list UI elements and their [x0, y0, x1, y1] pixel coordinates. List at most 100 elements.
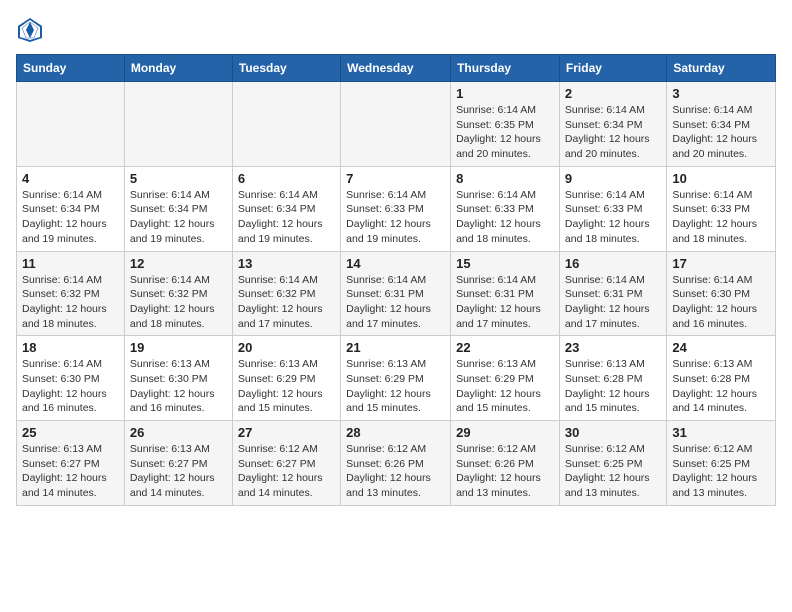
header-day-thursday: Thursday: [451, 55, 560, 82]
day-number: 9: [565, 171, 661, 186]
day-info: Sunrise: 6:14 AM Sunset: 6:34 PM Dayligh…: [565, 103, 661, 162]
calendar-cell: 9 Sunrise: 6:14 AM Sunset: 6:33 PM Daylig…: [559, 166, 666, 251]
day-info: Sunrise: 6:13 AM Sunset: 6:29 PM Dayligh…: [238, 357, 335, 416]
day-info: Sunrise: 6:12 AM Sunset: 6:26 PM Dayligh…: [346, 442, 445, 501]
calendar-cell: 5 Sunrise: 6:14 AM Sunset: 6:34 PM Daylig…: [124, 166, 232, 251]
calendar-cell: 4 Sunrise: 6:14 AM Sunset: 6:34 PM Daylig…: [17, 166, 125, 251]
header-day-saturday: Saturday: [667, 55, 776, 82]
day-info: Sunrise: 6:14 AM Sunset: 6:33 PM Dayligh…: [565, 188, 661, 247]
calendar-cell: 19 Sunrise: 6:13 AM Sunset: 6:30 PM Dayli…: [124, 336, 232, 421]
day-number: 25: [22, 425, 119, 440]
calendar-week-2: 4 Sunrise: 6:14 AM Sunset: 6:34 PM Daylig…: [17, 166, 776, 251]
calendar-cell: 30 Sunrise: 6:12 AM Sunset: 6:25 PM Dayli…: [559, 421, 666, 506]
calendar-cell: 27 Sunrise: 6:12 AM Sunset: 6:27 PM Dayli…: [232, 421, 340, 506]
calendar-cell: [341, 82, 451, 167]
calendar-cell: 23Sunrise: 6:13 AM Sunset: 6:28 PM Dayli…: [559, 336, 666, 421]
day-info: Sunrise: 6:13 AM Sunset: 6:30 PM Dayligh…: [130, 357, 227, 416]
calendar-week-5: 25 Sunrise: 6:13 AM Sunset: 6:27 PM Dayli…: [17, 421, 776, 506]
header-day-wednesday: Wednesday: [341, 55, 451, 82]
calendar-cell: 24Sunrise: 6:13 AM Sunset: 6:28 PM Dayli…: [667, 336, 776, 421]
calendar-table: SundayMondayTuesdayWednesdayThursdayFrid…: [16, 54, 776, 506]
calendar-cell: 14Sunrise: 6:14 AM Sunset: 6:31 PM Dayli…: [341, 251, 451, 336]
calendar-cell: 13 Sunrise: 6:14 AM Sunset: 6:32 PM Dayli…: [232, 251, 340, 336]
day-info: Sunrise: 6:14 AM Sunset: 6:35 PM Dayligh…: [456, 103, 554, 162]
header-day-sunday: Sunday: [17, 55, 125, 82]
day-number: 12: [130, 256, 227, 271]
day-info: Sunrise: 6:14 AM Sunset: 6:33 PM Dayligh…: [672, 188, 770, 247]
calendar-cell: 25 Sunrise: 6:13 AM Sunset: 6:27 PM Dayli…: [17, 421, 125, 506]
calendar-cell: 11 Sunrise: 6:14 AM Sunset: 6:32 PM Dayli…: [17, 251, 125, 336]
day-number: 7: [346, 171, 445, 186]
day-info: Sunrise: 6:14 AM Sunset: 6:30 PM Dayligh…: [672, 273, 770, 332]
header-day-friday: Friday: [559, 55, 666, 82]
day-info: Sunrise: 6:14 AM Sunset: 6:31 PM Dayligh…: [565, 273, 661, 332]
day-number: 20: [238, 340, 335, 355]
day-number: 29: [456, 425, 554, 440]
day-info: Sunrise: 6:13 AM Sunset: 6:27 PM Dayligh…: [22, 442, 119, 501]
day-info: Sunrise: 6:12 AM Sunset: 6:25 PM Dayligh…: [565, 442, 661, 501]
day-info: Sunrise: 6:14 AM Sunset: 6:31 PM Dayligh…: [456, 273, 554, 332]
day-info: Sunrise: 6:12 AM Sunset: 6:25 PM Dayligh…: [672, 442, 770, 501]
day-number: 8: [456, 171, 554, 186]
day-number: 14: [346, 256, 445, 271]
logo-icon: [16, 16, 44, 44]
day-number: 18: [22, 340, 119, 355]
day-number: 13: [238, 256, 335, 271]
day-number: 16: [565, 256, 661, 271]
day-info: Sunrise: 6:12 AM Sunset: 6:27 PM Dayligh…: [238, 442, 335, 501]
calendar-cell: 18 Sunrise: 6:14 AM Sunset: 6:30 PM Dayli…: [17, 336, 125, 421]
day-info: Sunrise: 6:14 AM Sunset: 6:32 PM Dayligh…: [130, 273, 227, 332]
day-number: 31: [672, 425, 770, 440]
calendar-cell: 17 Sunrise: 6:14 AM Sunset: 6:30 PM Dayli…: [667, 251, 776, 336]
calendar-cell: 1 Sunrise: 6:14 AM Sunset: 6:35 PM Daylig…: [451, 82, 560, 167]
calendar-cell: 16 Sunrise: 6:14 AM Sunset: 6:31 PM Dayli…: [559, 251, 666, 336]
page-header: [16, 16, 776, 44]
day-info: Sunrise: 6:12 AM Sunset: 6:26 PM Dayligh…: [456, 442, 554, 501]
day-info: Sunrise: 6:14 AM Sunset: 6:33 PM Dayligh…: [456, 188, 554, 247]
day-info: Sunrise: 6:14 AM Sunset: 6:33 PM Dayligh…: [346, 188, 445, 247]
day-number: 24: [672, 340, 770, 355]
day-number: 28: [346, 425, 445, 440]
day-number: 17: [672, 256, 770, 271]
calendar-cell: 28 Sunrise: 6:12 AM Sunset: 6:26 PM Dayli…: [341, 421, 451, 506]
calendar-cell: 2Sunrise: 6:14 AM Sunset: 6:34 PM Daylig…: [559, 82, 666, 167]
day-info: Sunrise: 6:14 AM Sunset: 6:30 PM Dayligh…: [22, 357, 119, 416]
day-info: Sunrise: 6:14 AM Sunset: 6:34 PM Dayligh…: [22, 188, 119, 247]
calendar-cell: 12 Sunrise: 6:14 AM Sunset: 6:32 PM Dayli…: [124, 251, 232, 336]
day-number: 10: [672, 171, 770, 186]
calendar-cell: 20 Sunrise: 6:13 AM Sunset: 6:29 PM Dayli…: [232, 336, 340, 421]
header-day-monday: Monday: [124, 55, 232, 82]
day-info: Sunrise: 6:13 AM Sunset: 6:27 PM Dayligh…: [130, 442, 227, 501]
calendar-cell: 3Sunrise: 6:14 AM Sunset: 6:34 PM Daylig…: [667, 82, 776, 167]
calendar-cell: 29 Sunrise: 6:12 AM Sunset: 6:26 PM Dayli…: [451, 421, 560, 506]
day-number: 4: [22, 171, 119, 186]
calendar-cell: 6Sunrise: 6:14 AM Sunset: 6:34 PM Daylig…: [232, 166, 340, 251]
day-info: Sunrise: 6:14 AM Sunset: 6:34 PM Dayligh…: [238, 188, 335, 247]
day-info: Sunrise: 6:13 AM Sunset: 6:29 PM Dayligh…: [346, 357, 445, 416]
calendar-cell: 15 Sunrise: 6:14 AM Sunset: 6:31 PM Dayli…: [451, 251, 560, 336]
day-number: 21: [346, 340, 445, 355]
logo: [16, 16, 48, 44]
calendar-cell: 8 Sunrise: 6:14 AM Sunset: 6:33 PM Daylig…: [451, 166, 560, 251]
calendar-cell: [17, 82, 125, 167]
day-number: 30: [565, 425, 661, 440]
calendar-cell: 31 Sunrise: 6:12 AM Sunset: 6:25 PM Dayli…: [667, 421, 776, 506]
calendar-cell: 7 Sunrise: 6:14 AM Sunset: 6:33 PM Daylig…: [341, 166, 451, 251]
calendar-week-1: 1 Sunrise: 6:14 AM Sunset: 6:35 PM Daylig…: [17, 82, 776, 167]
calendar-cell: [232, 82, 340, 167]
day-number: 5: [130, 171, 227, 186]
day-number: 19: [130, 340, 227, 355]
day-info: Sunrise: 6:13 AM Sunset: 6:28 PM Dayligh…: [565, 357, 661, 416]
day-number: 1: [456, 86, 554, 101]
day-info: Sunrise: 6:14 AM Sunset: 6:32 PM Dayligh…: [238, 273, 335, 332]
day-info: Sunrise: 6:14 AM Sunset: 6:34 PM Dayligh…: [130, 188, 227, 247]
day-number: 11: [22, 256, 119, 271]
day-info: Sunrise: 6:13 AM Sunset: 6:29 PM Dayligh…: [456, 357, 554, 416]
calendar-week-3: 11 Sunrise: 6:14 AM Sunset: 6:32 PM Dayli…: [17, 251, 776, 336]
day-number: 27: [238, 425, 335, 440]
day-info: Sunrise: 6:14 AM Sunset: 6:32 PM Dayligh…: [22, 273, 119, 332]
calendar-cell: 10 Sunrise: 6:14 AM Sunset: 6:33 PM Dayli…: [667, 166, 776, 251]
header-day-tuesday: Tuesday: [232, 55, 340, 82]
calendar-week-4: 18 Sunrise: 6:14 AM Sunset: 6:30 PM Dayli…: [17, 336, 776, 421]
day-number: 15: [456, 256, 554, 271]
